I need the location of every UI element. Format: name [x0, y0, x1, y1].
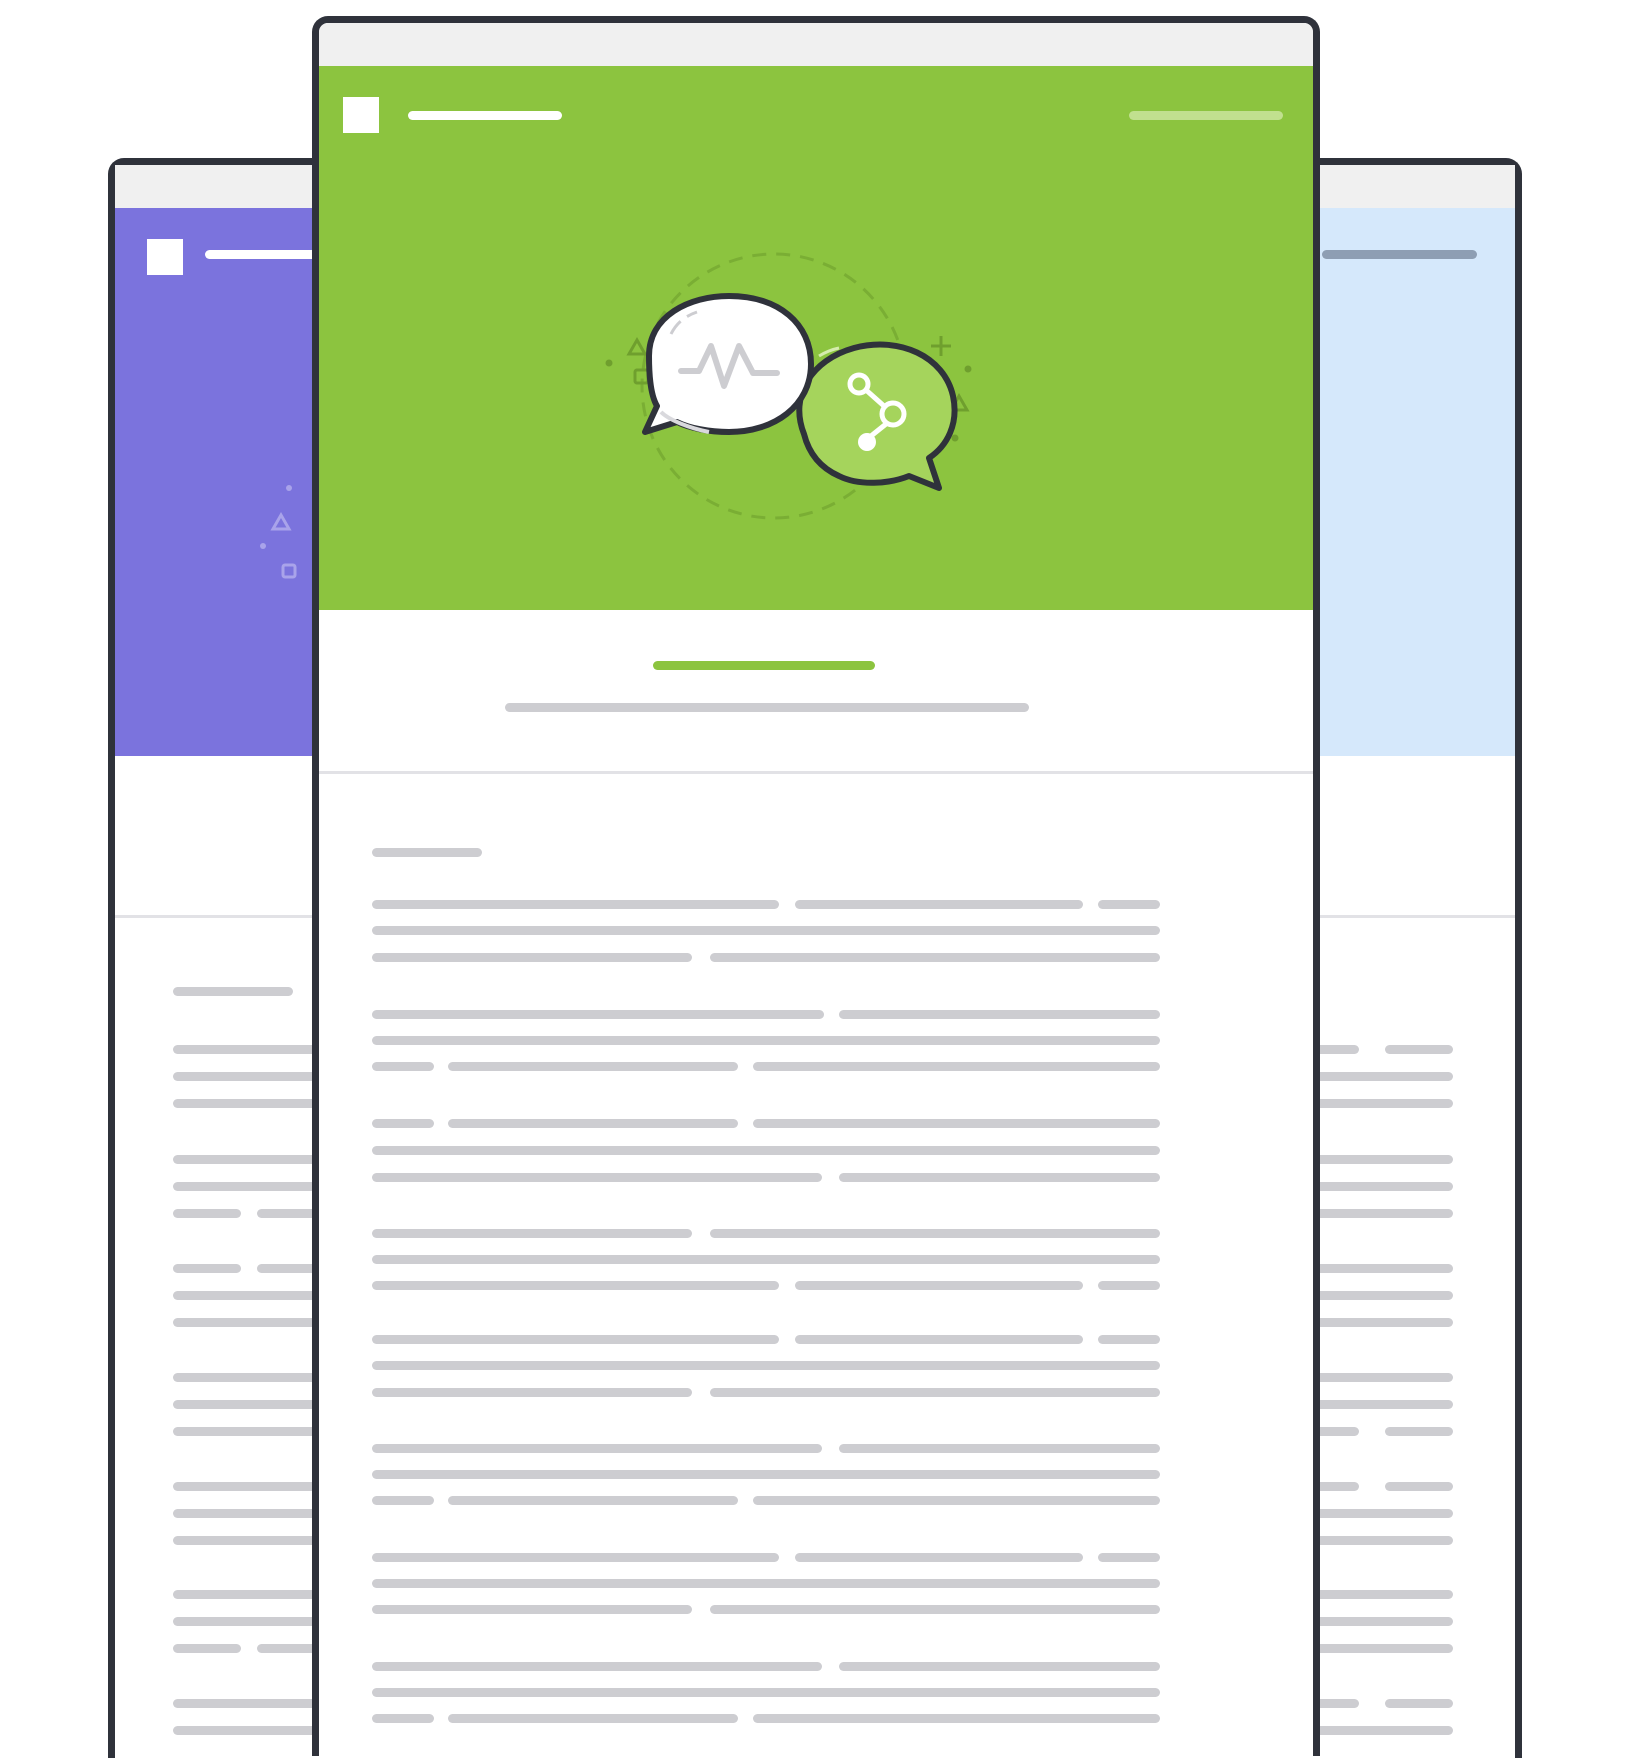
- main-window-chrome: [319, 23, 1313, 66]
- main-window: [312, 16, 1320, 1756]
- chat-bubble-share-icon: [796, 341, 958, 491]
- left-divider: [115, 915, 318, 918]
- right-window-hero: [1310, 208, 1515, 756]
- right-nav-placeholder: [1322, 250, 1477, 259]
- left-title-placeholder: [205, 250, 318, 259]
- right-divider: [1310, 915, 1515, 918]
- left-background-window: [108, 158, 318, 1758]
- decor-shapes-icon: [260, 485, 297, 579]
- main-subheading-placeholder: [505, 703, 1029, 712]
- main-accent-heading: [653, 661, 875, 670]
- main-section-label: [372, 848, 482, 857]
- main-divider: [319, 771, 1313, 774]
- main-logo-icon: [343, 97, 379, 133]
- main-title-placeholder: [408, 111, 562, 120]
- left-heading-placeholder: [173, 987, 293, 996]
- main-window-hero: [319, 66, 1313, 610]
- right-window-chrome: [1310, 165, 1515, 208]
- left-logo-icon: [147, 239, 183, 275]
- chat-bubble-activity-icon: [642, 293, 814, 435]
- left-window-chrome: [115, 165, 318, 208]
- main-nav-placeholder: [1129, 111, 1283, 120]
- chat-bubbles-illustration: [605, 252, 972, 520]
- right-background-window: [1310, 158, 1522, 1758]
- left-window-hero: [115, 208, 318, 756]
